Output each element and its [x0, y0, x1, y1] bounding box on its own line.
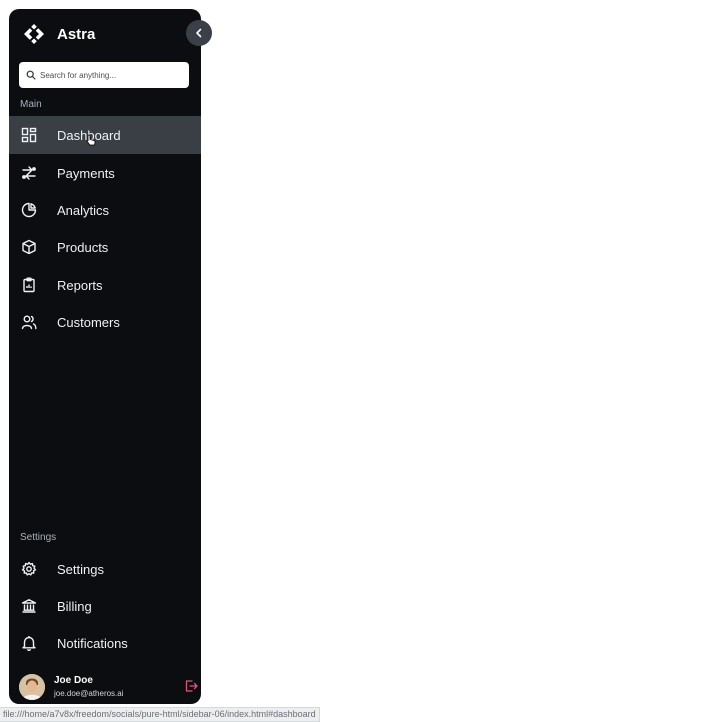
search-box[interactable] — [19, 62, 189, 88]
payments-icon — [22, 166, 36, 180]
bell-icon — [22, 636, 36, 651]
section-label-settings: Settings — [20, 532, 57, 543]
avatar-image — [19, 674, 45, 700]
nav-label-billing: Billing — [57, 598, 92, 614]
nav-label-payments: Payments — [57, 165, 115, 181]
analytics-icon — [21, 202, 37, 218]
user-profile[interactable]: Joe Doe joe.doe@atheros.ai — [19, 672, 198, 702]
user-name: Joe Doe — [54, 675, 93, 686]
nav-label-analytics: Analytics — [57, 202, 110, 218]
nav-label-settings: Settings — [57, 561, 104, 577]
clipboard-icon — [23, 277, 35, 293]
astra-logo-icon — [24, 24, 44, 44]
nav-item-settings[interactable]: Settings — [9, 550, 201, 588]
gear-icon — [21, 561, 37, 576]
nav-item-analytics[interactable]: Analytics — [9, 191, 201, 229]
user-email: joe.doe@atheros.ai — [54, 689, 124, 698]
box-icon — [22, 239, 36, 255]
nav-item-dashboard[interactable]: Dashboard — [9, 116, 201, 154]
nav-item-billing[interactable]: Billing — [9, 587, 201, 625]
search-icon — [26, 70, 36, 80]
bank-icon — [21, 599, 37, 613]
brand-name: Astra — [57, 25, 96, 43]
nav-item-payments[interactable]: Payments — [9, 154, 201, 192]
nav-item-notifications[interactable]: Notifications — [9, 624, 201, 662]
users-icon — [21, 315, 37, 330]
section-label-main: Main — [20, 99, 42, 110]
nav-label-notifications: Notifications — [57, 635, 128, 651]
nav-item-products[interactable]: Products — [9, 228, 201, 266]
hand-pointer-cursor-icon — [86, 134, 96, 146]
nav-item-reports[interactable]: Reports — [9, 266, 201, 304]
sidebar: Astra Main Dashboard Payments — [9, 9, 212, 704]
nav-item-customers[interactable]: Customers — [9, 303, 201, 341]
logout-icon[interactable] — [184, 679, 198, 693]
avatar — [19, 674, 45, 700]
collapse-sidebar-button[interactable] — [186, 20, 212, 46]
search-input[interactable] — [40, 70, 180, 80]
nav-label-customers: Customers — [57, 314, 120, 330]
dashboard-icon — [21, 127, 37, 143]
brand[interactable]: Astra — [23, 23, 95, 45]
nav-label-reports: Reports — [57, 277, 103, 293]
chevron-left-icon — [196, 28, 202, 38]
nav-label-products: Products — [57, 239, 109, 255]
